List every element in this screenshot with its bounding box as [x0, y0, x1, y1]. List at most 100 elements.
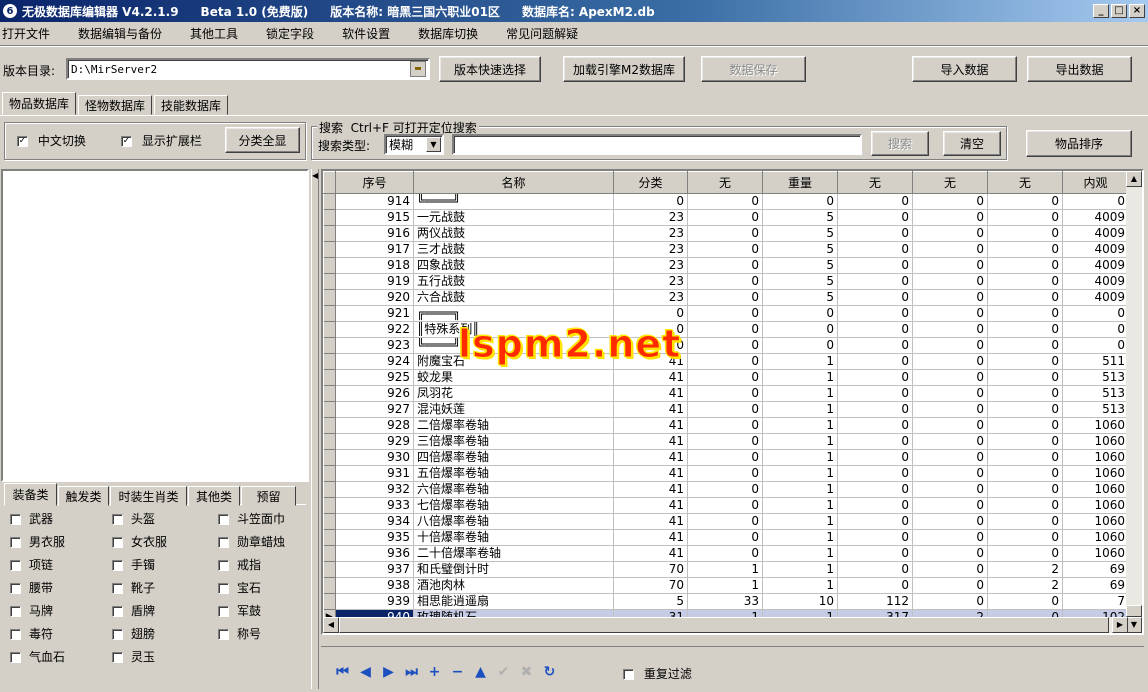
table-cell[interactable]: 513 [1062, 385, 1129, 402]
table-cell[interactable]: 0 [837, 513, 913, 530]
table-row[interactable]: 924 附魔宝石 41 0 1 0 0 0 511 [323, 353, 1129, 370]
table-cell[interactable]: 0 [837, 209, 913, 226]
row-indicator[interactable] [323, 481, 336, 498]
table-row[interactable]: 929 三倍爆率卷轴 41 0 1 0 0 0 1060 [323, 433, 1129, 450]
table-cell[interactable]: 23 [613, 273, 688, 290]
category-checkbox[interactable]: 马牌 [10, 602, 53, 619]
table-cell[interactable]: 1 [762, 369, 838, 386]
row-indicator[interactable] [323, 577, 336, 594]
refresh-icon[interactable]: ↻ [538, 664, 561, 680]
table-cell[interactable]: 0 [687, 241, 763, 258]
table-cell[interactable]: 0 [837, 529, 913, 546]
table-cell[interactable]: 0 [912, 481, 988, 498]
table-cell[interactable]: 41 [613, 433, 688, 450]
table-cell[interactable]: 939 [335, 593, 414, 610]
row-indicator[interactable] [323, 449, 336, 466]
menu-item-1[interactable]: 数据编辑与备份 [78, 25, 162, 42]
table-cell[interactable]: 0 [987, 321, 1063, 338]
category-checkbox[interactable]: 翅膀 [112, 625, 155, 642]
table-cell[interactable]: 1060 [1062, 465, 1129, 482]
table-cell[interactable]: 1060 [1062, 417, 1129, 434]
row-indicator[interactable] [323, 465, 336, 482]
table-cell[interactable]: 四倍爆率卷轴 [413, 449, 614, 466]
scroll-left-icon[interactable]: ◀ [323, 617, 339, 633]
row-indicator[interactable] [323, 529, 336, 546]
table-cell[interactable]: 920 [335, 289, 414, 306]
row-indicator[interactable] [323, 353, 336, 370]
table-cell[interactable]: 2 [987, 561, 1063, 578]
table-row[interactable]: 934 八倍爆率卷轴 41 0 1 0 0 0 1060 [323, 513, 1129, 530]
table-cell[interactable]: 69 [1062, 577, 1129, 594]
tab-monsters[interactable]: 怪物数据库 [78, 95, 152, 115]
category-checkbox[interactable]: 男衣服 [10, 533, 65, 550]
table-cell[interactable]: 0 [912, 545, 988, 562]
table-cell[interactable]: 1060 [1062, 497, 1129, 514]
table-cell[interactable]: 0 [912, 385, 988, 402]
table-cell[interactable]: 0 [613, 193, 688, 210]
tab-other[interactable]: 其他类 [188, 486, 240, 506]
table-cell[interactable]: 0 [837, 337, 913, 354]
table-cell[interactable]: 0 [987, 401, 1063, 418]
delete-icon[interactable]: − [446, 664, 469, 680]
table-cell[interactable]: 一元战鼓 [413, 209, 614, 226]
table-cell[interactable]: 1 [762, 529, 838, 546]
table-cell[interactable]: 两仪战鼓 [413, 225, 614, 242]
table-cell[interactable]: 0 [987, 273, 1063, 290]
row-indicator[interactable] [323, 433, 336, 450]
table-cell[interactable]: 0 [987, 481, 1063, 498]
table-cell[interactable]: 0 [762, 305, 838, 322]
row-indicator[interactable] [323, 401, 336, 418]
table-row[interactable]: 917 三才战鼓 23 0 5 0 0 0 4009 [323, 241, 1129, 258]
table-cell[interactable]: 919 [335, 273, 414, 290]
row-indicator[interactable] [323, 273, 336, 290]
menu-item-0[interactable]: 打开文件 [2, 25, 50, 42]
table-cell[interactable]: 69 [1062, 561, 1129, 578]
table-cell[interactable]: 1 [762, 465, 838, 482]
table-cell[interactable]: 0 [987, 545, 1063, 562]
search-input[interactable] [452, 134, 862, 155]
table-cell[interactable]: 0 [687, 257, 763, 274]
dir-input[interactable]: D:\MirServer2 ▬ [66, 58, 430, 80]
table-cell[interactable]: 混沌妖莲 [413, 401, 614, 418]
table-cell[interactable]: 0 [687, 209, 763, 226]
table-cell[interactable]: 934 [335, 513, 414, 530]
table-cell[interactable]: 933 [335, 497, 414, 514]
table-cell[interactable]: 0 [987, 449, 1063, 466]
table-cell[interactable]: 1 [762, 401, 838, 418]
category-checkbox[interactable]: 女衣服 [112, 533, 167, 550]
table-cell[interactable]: 0 [987, 593, 1063, 610]
table-cell[interactable]: 0 [987, 465, 1063, 482]
table-cell[interactable]: 0 [687, 529, 763, 546]
table-cell[interactable]: 1060 [1062, 545, 1129, 562]
table-cell[interactable]: 41 [613, 513, 688, 530]
table-cell[interactable]: 0 [837, 193, 913, 210]
table-cell[interactable]: 二倍爆率卷轴 [413, 417, 614, 434]
table-cell[interactable]: 五倍爆率卷轴 [413, 465, 614, 482]
table-row[interactable]: 921 ╔════╗ 0 0 0 0 0 0 0 [323, 305, 1129, 322]
scroll-down-icon[interactable]: ▼ [1126, 617, 1142, 633]
row-indicator[interactable] [323, 561, 336, 578]
quick-select-button[interactable]: 版本快速选择 [439, 56, 541, 82]
tab-reserved[interactable]: 预留 [241, 486, 296, 506]
column-header[interactable]: 名称 [413, 171, 614, 194]
table-cell[interactable]: 相思能逍遥扇 [413, 593, 614, 610]
tab-fashion[interactable]: 时装生肖类 [110, 486, 187, 506]
table-cell[interactable]: 10 [762, 593, 838, 610]
row-indicator[interactable] [323, 209, 336, 226]
table-cell[interactable]: 929 [335, 433, 414, 450]
table-cell[interactable]: 41 [613, 529, 688, 546]
table-cell[interactable]: 918 [335, 257, 414, 274]
edit-icon[interactable]: ▲ [469, 664, 492, 680]
table-row[interactable]: 937 和氏璧倒计时 70 1 1 0 0 2 69 [323, 561, 1129, 578]
row-indicator[interactable] [323, 257, 336, 274]
table-cell[interactable]: 0 [912, 369, 988, 386]
row-indicator[interactable] [323, 337, 336, 354]
table-cell[interactable]: 23 [613, 209, 688, 226]
table-cell[interactable]: 0 [687, 289, 763, 306]
table-cell[interactable]: 0 [687, 321, 763, 338]
table-cell[interactable]: 0 [837, 305, 913, 322]
table-cell[interactable]: 0 [912, 449, 988, 466]
table-cell[interactable]: 七倍爆率卷轴 [413, 497, 614, 514]
grid-horizontal-scrollbar[interactable]: ◀ ▶ [323, 617, 1128, 633]
category-checkbox[interactable]: 手镯 [112, 556, 155, 573]
